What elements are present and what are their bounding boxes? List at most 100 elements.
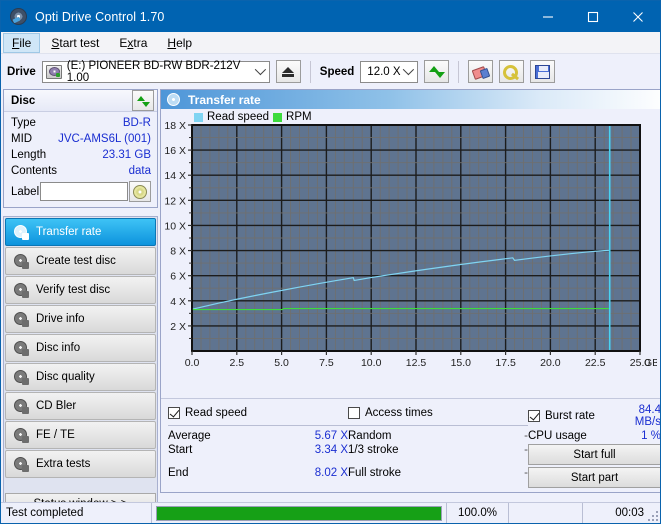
key-icon [503,65,520,79]
sidebar-item-extra-tests[interactable]: Extra tests [5,450,156,478]
erase-button[interactable] [468,60,493,83]
minimize-icon[interactable] [525,1,570,32]
disc-test-icon [13,399,29,414]
drive-select[interactable]: (E:) PIONEER BD-RW BDR-212V 1.00 [42,61,270,83]
svg-text:12 X: 12 X [164,195,186,207]
read-speed-checkbox[interactable]: Read speed [168,404,348,426]
menu-help[interactable]: Help [158,33,201,53]
svg-text:2.5: 2.5 [229,357,244,369]
refresh-icon [137,95,150,107]
read-speed-average-value: 5.67 X [286,430,348,442]
sidebar-item-fe-te[interactable]: FE / TE [5,421,156,449]
app-window: Opti Drive Control 1.70 File Start test … [0,0,661,524]
maximize-icon[interactable] [570,1,615,32]
svg-text:17.5: 17.5 [495,357,516,369]
disc-row-value: BD-R [123,117,151,129]
status-bar: Test completed 100.0% 00:03 [1,502,660,523]
burst-rate-label: Burst rate [545,410,595,422]
svg-text:GB: GB [644,357,657,369]
toolbar-divider-1 [310,61,311,83]
access-times-checkbox[interactable]: Access times [348,404,528,426]
access-random-value: - [466,430,528,442]
disc-row-key: Length [11,149,46,161]
start-part-button[interactable]: Start part [528,467,661,488]
main-body: Disc Type BD-R MID JVC-AMS6L (001) [1,89,660,493]
read-speed-label: Read speed [185,407,247,419]
eject-bar-icon [282,74,294,77]
save-button[interactable] [530,60,555,83]
drive-label: Drive [7,66,36,78]
svg-text:22.5: 22.5 [585,357,606,369]
eject-button[interactable] [276,60,301,83]
access-full-stroke-value: - [466,467,528,488]
sidebar-item-label: Verify test disc [36,284,110,296]
svg-text:7.5: 7.5 [319,357,334,369]
transfer-rate-chart: Read speed RPM 2 X4 X6 X8 X10 X12 X14 X1… [161,109,661,398]
sidebar-item-verify-test-disc[interactable]: Verify test disc [5,276,156,304]
window-controls [525,1,660,32]
app-icon [10,8,27,25]
svg-text:6 X: 6 X [170,271,186,283]
disc-label-key: Label [11,186,39,198]
key-button[interactable] [499,60,524,83]
disc-panel-title: Disc [11,95,35,107]
read-speed-end-value: 8.02 X [286,467,348,488]
sidebar-item-label: Transfer rate [36,226,101,238]
progress-bar [156,506,442,521]
checkbox-icon [168,407,180,419]
chart-svg: 2 X4 X6 X8 X10 X12 X14 X16 X18 X0.02.55.… [161,109,657,379]
refresh-button[interactable] [424,60,449,83]
start-full-button[interactable]: Start full [528,444,661,465]
svg-text:12.5: 12.5 [406,357,427,369]
disc-row-length: Length 23.31 GB [11,147,151,163]
toolbar-divider-2 [458,61,459,83]
toolbar: Drive (E:) PIONEER BD-RW BDR-212V 1.00 S… [1,54,660,89]
read-label-button[interactable] [129,181,151,202]
disc-test-icon [13,457,29,472]
svg-text:16 X: 16 X [164,145,186,157]
stats-grid: Read speed Access times Burst rate 84.4 … [161,398,661,492]
sidebar-item-create-test-disc[interactable]: Create test disc [5,247,156,275]
eject-icon [282,67,294,73]
cpu-usage-key: CPU usage [528,430,613,442]
sidebar-item-drive-info[interactable]: Drive info [5,305,156,333]
svg-text:5.0: 5.0 [274,357,289,369]
menu-extra[interactable]: Extra [110,33,156,53]
disc-test-icon [13,312,29,327]
sidebar-item-disc-info[interactable]: Disc info [5,334,156,362]
burst-rate-checkbox[interactable]: Burst rate [528,404,613,428]
sidebar-item-transfer-rate[interactable]: Transfer rate [5,218,156,246]
test-nav-list: Transfer rate Create test disc Verify te… [3,216,158,517]
title-bar: Opti Drive Control 1.70 [1,1,660,32]
window-title: Opti Drive Control 1.70 [35,10,164,24]
disc-label-input[interactable] [40,182,128,201]
read-speed-start-value: 3.34 X [286,444,348,465]
checkbox-icon [528,410,540,422]
sidebar-item-cd-bler[interactable]: CD Bler [5,392,156,420]
disc-test-icon [13,428,29,443]
speed-select[interactable]: 12.0 X [360,61,418,83]
menu-bar: File Start test Extra Help [1,32,660,54]
disc-panel-header: Disc [4,90,157,112]
menu-file[interactable]: File [3,33,40,53]
sidebar-item-disc-quality[interactable]: Disc quality [5,363,156,391]
disc-row-value: 23.31 GB [102,149,151,161]
panel-title: Transfer rate [188,93,261,107]
close-icon[interactable] [615,1,660,32]
drive-select-value: (E:) PIONEER BD-RW BDR-212V 1.00 [67,60,266,84]
progress-bar-fill [157,507,441,520]
access-random-key: Random [348,430,466,442]
disc-test-icon [13,254,29,269]
menu-start-test[interactable]: Start test [42,33,108,53]
status-message: Test completed [1,507,151,519]
content-area: Transfer rate Read speed RPM 2 X4 X6 X8 … [160,89,661,493]
resize-grip-icon[interactable] [646,509,658,521]
burst-rate-value: 84.4 MB/s [613,404,661,428]
access-third-stroke-key: 1/3 stroke [348,444,466,465]
read-speed-end-key: End [168,467,286,488]
disc-refresh-button[interactable] [132,90,154,111]
svg-text:18 X: 18 X [164,120,186,132]
sidebar-item-label: Extra tests [36,458,90,470]
cd-icon [133,185,147,199]
sidebar-item-label: CD Bler [36,400,76,412]
